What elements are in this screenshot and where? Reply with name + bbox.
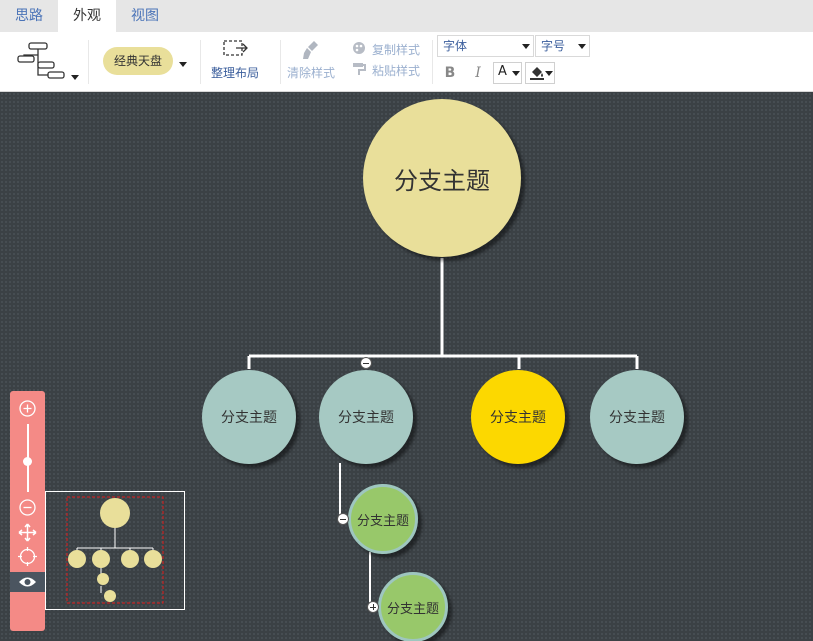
tab-bar: 思路 外观 视图 [0, 0, 813, 32]
layout-icon [223, 40, 248, 56]
tidy-layout-label: 整理布局 [211, 66, 260, 80]
minimap-preview [66, 496, 164, 604]
font-family-select[interactable]: 字体 [437, 35, 534, 57]
font-color-letter: A [498, 64, 507, 79]
navigator-toggle[interactable] [10, 572, 45, 592]
sub-topic[interactable]: 分支主题 [378, 572, 448, 641]
theme-button[interactable]: 经典天盘 [103, 47, 173, 75]
bold-button[interactable]: B [441, 63, 459, 83]
navigator-minimap[interactable] [45, 491, 185, 610]
copy-style-label: 复制样式 [372, 43, 421, 57]
chevron-down-icon [71, 75, 79, 80]
root-topic[interactable]: 分支主题 [363, 99, 521, 257]
branch-topic[interactable]: 分支主题 [590, 370, 684, 464]
paint-roller-icon [353, 63, 366, 75]
font-family-value: 字体 [443, 39, 468, 53]
chevron-down-icon [522, 44, 530, 49]
chevron-down-icon [512, 71, 520, 76]
sub-topic[interactable]: 分支主题 [348, 484, 418, 554]
chevron-down-icon [545, 71, 553, 76]
chevron-down-icon [578, 44, 586, 49]
divider [200, 40, 201, 84]
mindmap-canvas[interactable]: 分支主题 分支主题 分支主题 分支主题 分支主题 分支主题 分支主题 [0, 92, 813, 641]
tab-thinking[interactable]: 思路 [0, 0, 58, 32]
brush-icon [303, 41, 318, 59]
tidy-layout-button[interactable]: 整理布局 [208, 38, 264, 84]
zoom-slider-handle[interactable] [23, 457, 32, 466]
locate-center-icon[interactable] [18, 547, 37, 566]
divider [280, 40, 281, 84]
paste-style-label: 粘贴样式 [372, 64, 421, 78]
font-size-select[interactable]: 字号 [535, 35, 590, 57]
branch-topic-selected[interactable]: 分支主题 [471, 370, 565, 464]
collapse-toggle[interactable] [337, 513, 349, 525]
chevron-down-icon[interactable] [179, 62, 187, 67]
branch-topic[interactable]: 分支主题 [202, 370, 296, 464]
move-icon[interactable] [18, 523, 37, 542]
tab-appearance[interactable]: 外观 [58, 0, 116, 32]
divider [432, 40, 433, 84]
paste-style-button[interactable]: 粘贴样式 [352, 61, 426, 79]
clear-style-label: 清除样式 [287, 66, 336, 80]
paint-bucket-icon [530, 67, 544, 80]
eye-icon [19, 577, 36, 587]
collapse-toggle[interactable] [360, 357, 372, 369]
zoom-in-icon[interactable] [18, 399, 37, 418]
font-size-value: 字号 [541, 39, 566, 53]
toolbar: 经典天盘 整理布局 清除样式 复制样式 粘贴样式 字体 字号 B I A [0, 32, 813, 92]
copy-style-button[interactable]: 复制样式 [352, 40, 426, 58]
zoom-panel [10, 391, 45, 631]
palette-icon [353, 42, 365, 54]
tab-view[interactable]: 视图 [116, 0, 174, 32]
clear-style-button[interactable]: 清除样式 [286, 38, 338, 84]
fill-color-button[interactable] [525, 62, 555, 84]
divider [88, 40, 89, 84]
zoom-out-icon[interactable] [18, 498, 37, 517]
branch-topic[interactable]: 分支主题 [319, 370, 413, 464]
structure-icon [17, 42, 65, 79]
expand-toggle[interactable] [367, 601, 379, 613]
font-color-button[interactable]: A [493, 62, 522, 84]
italic-button[interactable]: I [470, 63, 486, 83]
layout-structure-button[interactable] [14, 40, 82, 84]
